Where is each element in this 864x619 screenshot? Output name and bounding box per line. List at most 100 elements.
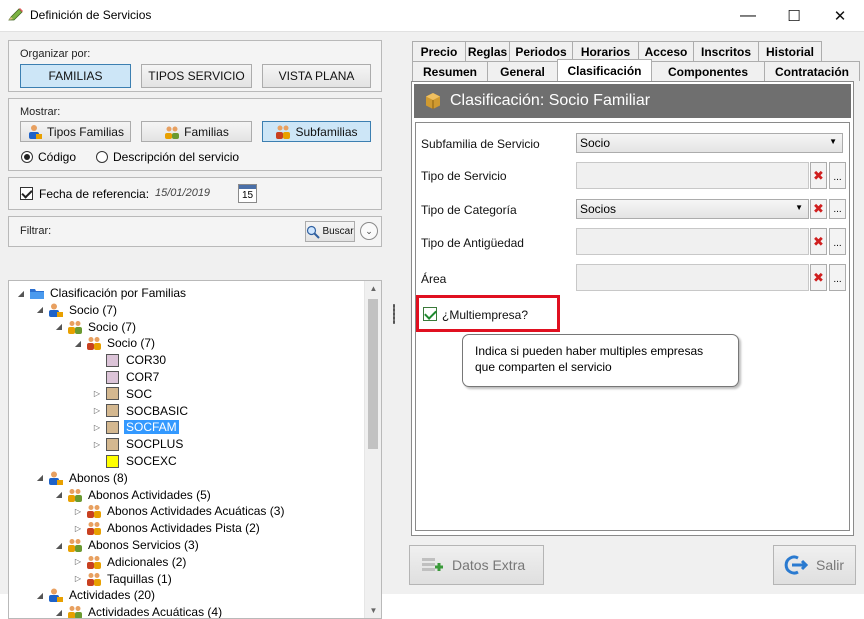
category-type-browse-button[interactable]: ... (829, 199, 846, 219)
expand-arrow-icon[interactable]: ▷ (72, 557, 84, 566)
tab-componentes[interactable]: Componentes (651, 61, 765, 81)
expand-arrow-icon[interactable]: ▷ (91, 423, 103, 432)
expand-arrow-icon[interactable]: ▷ (91, 406, 103, 415)
collapse-arrow-icon[interactable]: ◢ (53, 608, 65, 617)
tab-row-1: Precio Reglas Periodos Horarios Acceso Inscri… (412, 41, 822, 61)
collapse-arrow-icon[interactable]: ◢ (53, 322, 65, 331)
organize-label: Organizar por: (20, 48, 91, 60)
radio-description[interactable]: Descripción del servicio (96, 150, 239, 164)
collapse-arrow-icon[interactable]: ◢ (53, 490, 65, 499)
classification-tree[interactable]: ◢ Actividades Acuáticas (4) ◢ Actividades (… (8, 280, 382, 619)
tree-node-label: Actividades (20) (69, 588, 156, 603)
expand-arrow-icon[interactable]: ▷ (72, 574, 84, 583)
expand-arrow-icon[interactable]: ▷ (72, 507, 84, 516)
tree-scrollbar[interactable]: ▲ ▼ (364, 281, 381, 618)
expand-arrow-icon[interactable]: ▷ (72, 524, 84, 533)
subfamily-select[interactable]: Socio ▼ (576, 133, 843, 153)
radio-code[interactable]: Código (21, 150, 76, 164)
tree-node[interactable]: SOCEXC (91, 453, 179, 469)
collapse-arrow-icon[interactable]: ◢ (34, 591, 46, 600)
collapse-arrow-icon[interactable]: ◢ (53, 541, 65, 550)
multiempresa-label[interactable]: ¿Multiempresa? (442, 308, 528, 322)
tree-node[interactable]: COR30 (91, 352, 168, 368)
tab-resumen[interactable]: Resumen (412, 61, 488, 81)
tab-precio[interactable]: Precio (412, 41, 466, 61)
tab-inscritos[interactable]: Inscritos (693, 41, 759, 61)
tree-node[interactable]: ◢ Abonos (8) (34, 470, 130, 486)
seniority-type-clear-icon[interactable]: ✖ (810, 228, 827, 255)
tab-periodos[interactable]: Periodos (509, 41, 573, 61)
tree-node[interactable]: ▷ Adicionales (2) (72, 554, 188, 570)
tab-reglas[interactable]: Reglas (465, 41, 510, 61)
tree-node[interactable]: ▷ SOCBASIC (91, 403, 190, 419)
tree-node[interactable]: COR7 (91, 369, 161, 385)
multiempresa-checkbox[interactable] (423, 307, 437, 321)
expand-filter-chevron-icon[interactable]: ⌄ (360, 222, 378, 240)
area-field[interactable] (576, 264, 809, 291)
area-clear-icon[interactable]: ✖ (810, 264, 827, 291)
tree-node[interactable]: ▷ Abonos Actividades Acuáticas (3) (72, 503, 286, 519)
reference-date-checkbox[interactable] (20, 187, 33, 200)
tree-node[interactable]: ◢ Clasificación por Familias (15, 285, 188, 301)
collapse-arrow-icon[interactable]: ◢ (72, 339, 84, 348)
tree-node-label: Socio (7) (69, 302, 118, 317)
tab-contratacion[interactable]: Contratación (764, 61, 860, 81)
tree-node[interactable]: ◢ Socio (7) (72, 335, 157, 351)
show-subfamilies-button[interactable]: Subfamilias (262, 121, 371, 142)
extra-data-button[interactable]: Datos Extra (409, 545, 544, 585)
left-pane: Organizar por: FAMILIAS TIPOS SERVICIO V… (8, 40, 383, 619)
category-type-select[interactable]: Socios ▼ (576, 199, 809, 219)
tree-node[interactable]: ◢ Socio (7) (53, 319, 138, 335)
pane-splitter[interactable] (389, 32, 400, 595)
show-family-types-button[interactable]: Tipos Familias (20, 121, 131, 142)
service-type-browse-button[interactable]: ... (829, 162, 846, 189)
service-type-field[interactable] (576, 162, 809, 189)
show-families-button[interactable]: Familias (141, 121, 252, 142)
seniority-type-browse-button[interactable]: ... (829, 228, 846, 255)
organize-flat-view-button[interactable]: VISTA PLANA (262, 64, 371, 88)
scroll-down-arrow-icon[interactable]: ▼ (365, 606, 381, 615)
tree-node[interactable]: ▷ SOCFAM (91, 419, 179, 435)
tree-node[interactable]: ◢ Abonos Servicios (3) (53, 537, 201, 553)
tree-node-label: Actividades Acuáticas (4) (88, 605, 223, 619)
area-browse-button[interactable]: ... (829, 264, 846, 291)
tree-node[interactable]: ▷ Taquillas (1) (72, 571, 174, 587)
tree-node[interactable]: ▷ SOC (91, 386, 154, 402)
reference-date-label: Fecha de referencia: (39, 187, 150, 201)
calendar-icon[interactable]: 15 (238, 184, 257, 203)
minimize-button[interactable]: — (725, 0, 771, 31)
maximize-button[interactable]: ☐ (771, 0, 817, 31)
close-button[interactable]: ✕ (817, 0, 863, 31)
people-icon (68, 320, 82, 334)
tab-acceso[interactable]: Acceso (638, 41, 694, 61)
tab-horarios[interactable]: Horarios (572, 41, 639, 61)
organize-families-button[interactable]: FAMILIAS (20, 64, 131, 88)
service-type-clear-icon[interactable]: ✖ (810, 162, 827, 189)
scroll-thumb[interactable] (368, 299, 378, 449)
tree-node[interactable]: ◢ Actividades (20) (34, 587, 157, 603)
tree-node[interactable]: ▷ SOCPLUS (91, 436, 185, 452)
tab-historial[interactable]: Historial (758, 41, 822, 61)
organize-service-types-button[interactable]: TIPOS SERVICIO (141, 64, 252, 88)
tree-node[interactable]: ◢ Actividades Acuáticas (4) (53, 604, 224, 619)
magnifier-icon (307, 225, 321, 239)
collapse-arrow-icon[interactable]: ◢ (15, 289, 27, 298)
category-type-clear-icon[interactable]: ✖ (810, 199, 827, 219)
scroll-up-arrow-icon[interactable]: ▲ (365, 284, 381, 293)
tab-clasificacion[interactable]: Clasificación (557, 59, 652, 81)
person-icon (29, 124, 43, 139)
collapse-arrow-icon[interactable]: ◢ (34, 473, 46, 482)
seniority-type-field[interactable] (576, 228, 809, 255)
tab-general[interactable]: General (487, 61, 558, 81)
color-swatch-icon (106, 387, 119, 401)
tree-node[interactable]: ◢ Abonos Actividades (5) (53, 487, 213, 503)
organize-panel: Organizar por: FAMILIAS TIPOS SERVICIO V… (8, 40, 382, 92)
exit-button[interactable]: Salir (773, 545, 856, 585)
expand-arrow-icon[interactable]: ▷ (91, 389, 103, 398)
collapse-arrow-icon[interactable]: ◢ (34, 305, 46, 314)
tree-node[interactable]: ◢ Socio (7) (34, 302, 119, 318)
search-button[interactable]: Buscar (305, 221, 355, 242)
expand-arrow-icon[interactable]: ▷ (91, 440, 103, 449)
tree-node[interactable]: ▷ Abonos Actividades Pista (2) (72, 520, 262, 536)
reference-date-value[interactable]: 15/01/2019 (155, 187, 210, 199)
